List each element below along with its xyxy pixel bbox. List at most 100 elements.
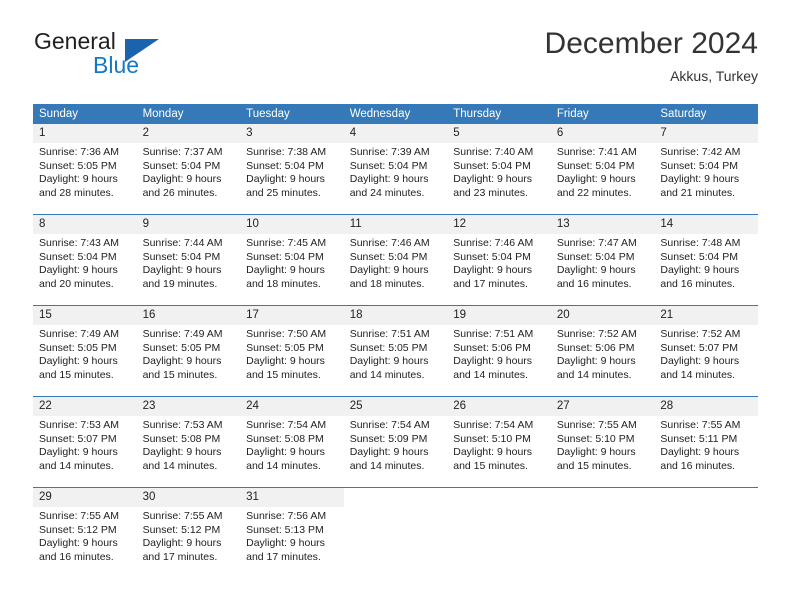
calendar-day-cell[interactable]: 5 Sunrise: 7:40 AM Sunset: 5:04 PM Daylight… [447,124,551,215]
day-details: Sunrise: 7:38 AM Sunset: 5:04 PM Daylight:… [240,143,344,200]
calendar-day-cell[interactable]: 27 Sunrise: 7:55 AM Sunset: 5:10 PM Dayligh… [550,396,655,488]
calendar-day-cell[interactable]: 29 Sunrise: 7:55 AM Sunset: 5:12 PM Dayligh… [33,487,137,578]
calendar-day-cell[interactable]: 3 Sunrise: 7:38 AM Sunset: 5:04 PM Daylight… [240,124,344,215]
day-detail-sunrise: Sunrise: 7:43 AM [39,237,119,249]
day-details: Sunrise: 7:55 AM Sunset: 5:12 PM Daylight:… [33,507,137,564]
day-number: 5 [447,124,551,143]
weekday-header-thursday: Thursday [447,104,551,124]
calendar-day-cell[interactable]: 14 Sunrise: 7:48 AM Sunset: 5:04 PM Dayligh… [654,214,758,306]
day-detail-sunset: Sunset: 5:04 PM [556,250,635,263]
day-detail-daylight1: Daylight: 9 hours [556,355,636,368]
day-details: Sunrise: 7:54 AM Sunset: 5:10 PM Daylight:… [447,416,551,473]
day-detail-sunset: Sunset: 5:07 PM [660,341,739,354]
calendar-day-cell[interactable]: 7 Sunrise: 7:42 AM Sunset: 5:04 PM Daylight… [654,124,758,215]
calendar-day-cell[interactable]: 28 Sunrise: 7:55 AM Sunset: 5:11 PM Dayligh… [654,396,758,488]
day-detail-daylight1: Daylight: 9 hours [660,173,740,186]
day-details: Sunrise: 7:42 AM Sunset: 5:04 PM Daylight:… [654,143,758,200]
day-detail-daylight2: and 17 minutes. [142,550,218,563]
day-detail-daylight1: Daylight: 9 hours [453,355,533,368]
day-detail-sunrise: Sunrise: 7:39 AM [349,146,430,158]
calendar-day-cell[interactable]: 9 Sunrise: 7:44 AM Sunset: 5:04 PM Daylight… [136,214,241,306]
calendar-day-cell[interactable]: 6 Sunrise: 7:41 AM Sunset: 5:04 PM Daylight… [550,124,655,215]
calendar-page: General Blue December 2024 Akkus, Turkey… [0,0,792,612]
title-block: December 2024 Akkus, Turkey [545,28,758,83]
day-detail-daylight1: Daylight: 9 hours [660,446,740,459]
day-detail-sunset: Sunset: 5:04 PM [246,250,324,263]
calendar-day-cell[interactable]: 26 Sunrise: 7:54 AM Sunset: 5:10 PM Dayligh… [447,396,551,488]
calendar-day-cell[interactable]: 16 Sunrise: 7:49 AM Sunset: 5:05 PM Dayligh… [136,305,241,397]
day-detail-daylight2: and 16 minutes. [39,550,114,563]
day-number: 16 [136,306,241,325]
day-detail-sunset: Sunset: 5:04 PM [556,159,635,172]
day-detail-sunset: Sunset: 5:13 PM [246,523,324,536]
day-detail-daylight2: and 14 minutes. [142,459,218,472]
calendar-day-cell-empty [654,487,758,578]
calendar-day-cell[interactable]: 4 Sunrise: 7:39 AM Sunset: 5:04 PM Daylight… [343,124,448,215]
calendar-day-cell[interactable]: 20 Sunrise: 7:52 AM Sunset: 5:06 PM Dayligh… [550,305,655,397]
day-detail-daylight2: and 28 minutes. [39,186,114,199]
general-blue-logo[interactable]: General Blue [33,28,263,88]
day-detail-sunrise: Sunrise: 7:55 AM [660,419,741,431]
calendar-day-cell[interactable]: 19 Sunrise: 7:51 AM Sunset: 5:06 PM Dayligh… [447,305,551,397]
day-details: Sunrise: 7:46 AM Sunset: 5:04 PM Daylight:… [344,234,448,291]
day-number: 26 [447,397,551,416]
day-number: 7 [654,124,758,143]
day-detail-sunrise: Sunrise: 7:54 AM [246,419,327,431]
day-number: 27 [550,397,655,416]
calendar-day-cell[interactable]: 17 Sunrise: 7:50 AM Sunset: 5:05 PM Dayligh… [240,305,344,397]
day-detail-sunset: Sunset: 5:04 PM [39,250,117,263]
calendar-day-cell[interactable]: 8 Sunrise: 7:43 AM Sunset: 5:04 PM Daylight… [33,214,137,306]
day-number: 20 [550,306,655,325]
calendar-day-cell[interactable]: 12 Sunrise: 7:46 AM Sunset: 5:04 PM Dayligh… [447,214,551,306]
day-details: Sunrise: 7:43 AM Sunset: 5:04 PM Daylight:… [33,234,137,291]
day-detail-sunset: Sunset: 5:08 PM [142,432,221,445]
day-number: 15 [33,306,137,325]
day-detail-daylight1: Daylight: 9 hours [246,446,325,459]
page-subtitle-location: Akkus, Turkey [670,67,758,84]
day-detail-sunrise: Sunrise: 7:52 AM [660,328,741,340]
day-detail-sunrise: Sunrise: 7:40 AM [453,146,534,158]
day-detail-daylight1: Daylight: 9 hours [39,355,118,368]
day-number [654,488,758,507]
day-detail-sunset: Sunset: 5:05 PM [246,341,324,354]
day-details: Sunrise: 7:50 AM Sunset: 5:05 PM Daylight:… [240,325,344,382]
day-number: 31 [240,488,344,507]
calendar-day-cell[interactable]: 21 Sunrise: 7:52 AM Sunset: 5:07 PM Dayligh… [654,305,758,397]
day-detail-daylight1: Daylight: 9 hours [660,264,740,277]
day-detail-sunrise: Sunrise: 7:51 AM [453,328,534,340]
calendar-day-cell[interactable]: 31 Sunrise: 7:56 AM Sunset: 5:13 PM Dayligh… [240,487,344,578]
calendar-day-cell[interactable]: 24 Sunrise: 7:54 AM Sunset: 5:08 PM Dayligh… [240,396,344,488]
day-detail-daylight2: and 25 minutes. [246,186,321,199]
calendar-day-cell[interactable]: 11 Sunrise: 7:46 AM Sunset: 5:04 PM Dayligh… [343,214,448,306]
calendar-day-cell[interactable]: 18 Sunrise: 7:51 AM Sunset: 5:05 PM Dayligh… [343,305,448,397]
day-details [447,507,551,510]
logo-text-general: General [34,28,116,54]
calendar-day-cell[interactable]: 2 Sunrise: 7:37 AM Sunset: 5:04 PM Daylight… [136,124,241,215]
calendar-day-cell[interactable]: 1 Sunrise: 7:36 AM Sunset: 5:05 PM Daylight… [33,124,137,215]
day-detail-daylight2: and 15 minutes. [142,368,218,381]
calendar-day-cell[interactable]: 22 Sunrise: 7:53 AM Sunset: 5:07 PM Dayligh… [33,396,137,488]
calendar-day-cell[interactable]: 25 Sunrise: 7:54 AM Sunset: 5:09 PM Dayligh… [343,396,448,488]
day-detail-sunrise: Sunrise: 7:50 AM [246,328,327,340]
calendar-header-row: Sunday Monday Tuesday Wednesday Thursday Frid… [33,104,758,124]
day-detail-sunset: Sunset: 5:04 PM [142,159,221,172]
calendar-day-cell[interactable]: 13 Sunrise: 7:47 AM Sunset: 5:04 PM Dayligh… [550,214,655,306]
day-number: 25 [343,397,448,416]
day-detail-sunrise: Sunrise: 7:44 AM [142,237,223,249]
day-detail-daylight2: and 15 minutes. [453,459,528,472]
calendar-day-cell-empty [447,487,551,578]
day-detail-daylight1: Daylight: 9 hours [142,446,222,459]
day-detail-sunset: Sunset: 5:09 PM [349,432,428,445]
day-detail-sunrise: Sunrise: 7:55 AM [556,419,637,431]
day-detail-daylight1: Daylight: 9 hours [142,537,222,550]
day-details: Sunrise: 7:44 AM Sunset: 5:04 PM Daylight:… [137,234,241,291]
day-detail-sunset: Sunset: 5:12 PM [39,523,117,536]
calendar-day-cell[interactable]: 30 Sunrise: 7:55 AM Sunset: 5:12 PM Dayligh… [136,487,241,578]
day-details: Sunrise: 7:49 AM Sunset: 5:05 PM Daylight:… [33,325,137,382]
calendar-day-cell[interactable]: 10 Sunrise: 7:45 AM Sunset: 5:04 PM Dayligh… [240,214,344,306]
calendar-day-cell[interactable]: 15 Sunrise: 7:49 AM Sunset: 5:05 PM Dayligh… [33,305,137,397]
day-details [344,507,448,510]
day-detail-sunrise: Sunrise: 7:56 AM [246,510,327,522]
calendar-day-cell[interactable]: 23 Sunrise: 7:53 AM Sunset: 5:08 PM Dayligh… [136,396,241,488]
day-detail-sunset: Sunset: 5:10 PM [556,432,635,445]
